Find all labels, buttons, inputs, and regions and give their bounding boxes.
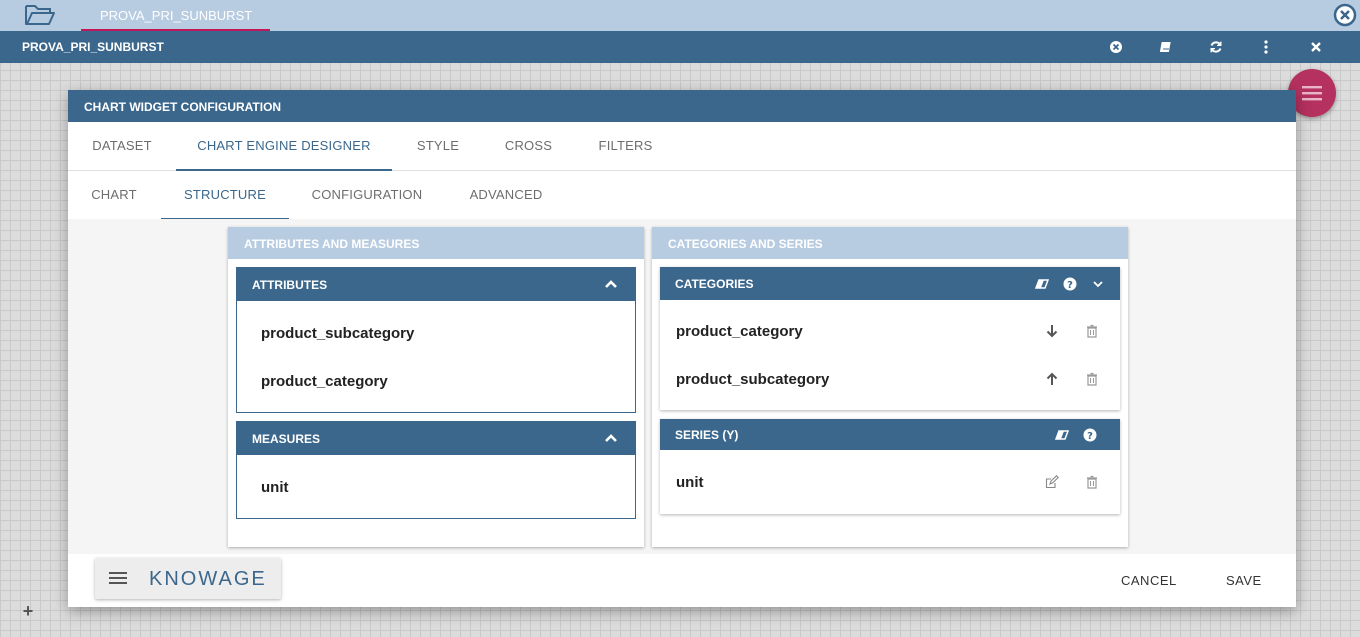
list-item[interactable]: unit — [660, 458, 1120, 506]
attribute-label: product_category — [261, 373, 388, 390]
tab-style[interactable]: STYLE — [400, 122, 476, 171]
attributes-title: ATTRIBUTES — [252, 278, 328, 292]
subtab-structure[interactable]: STRUCTURE — [161, 171, 289, 220]
attributes-and-measures-panel: ATTRIBUTES AND MEASURES ATTRIBUTES produ… — [228, 227, 644, 547]
categories-header: CATEGORIES ? — [660, 267, 1120, 300]
series-title: SERIES (Y) — [675, 428, 739, 442]
arrow-up-icon[interactable] — [1044, 371, 1060, 387]
category-label: product_category — [676, 323, 803, 340]
close-icon[interactable] — [1306, 37, 1326, 57]
measures-card: MEASURES unit — [236, 421, 636, 519]
measure-label: unit — [261, 479, 289, 496]
eraser-icon[interactable] — [1054, 427, 1070, 443]
edit-icon[interactable] — [1044, 474, 1060, 490]
tab-dataset[interactable]: DATASET — [76, 122, 168, 171]
list-item[interactable]: unit — [237, 463, 635, 511]
subtab-configuration[interactable]: CONFIGURATION — [297, 171, 437, 220]
subtab-chart[interactable]: CHART — [68, 171, 160, 220]
close-all-icon[interactable] — [1333, 3, 1357, 27]
arrow-down-icon[interactable] — [1044, 323, 1060, 339]
help-icon[interactable]: ? — [1082, 427, 1098, 443]
document-tab-strip: PROVA_PRI_SUNBURST — [0, 0, 1360, 31]
document-header: PROVA_PRI_SUNBURST — [0, 31, 1360, 63]
document-tab[interactable]: PROVA_PRI_SUNBURST — [81, 0, 270, 31]
cancel-button[interactable]: CANCEL — [1121, 573, 1177, 588]
measures-header[interactable]: MEASURES — [237, 422, 635, 455]
chevron-down-icon[interactable] — [1090, 276, 1106, 292]
series-card: SERIES (Y) ? unit — [660, 419, 1120, 514]
dialog-title: CHART WIDGET CONFIGURATION — [68, 90, 1296, 122]
chevron-up-icon[interactable] — [603, 430, 619, 446]
structure-content: ATTRIBUTES AND MEASURES ATTRIBUTES produ… — [68, 219, 1296, 554]
add-icon[interactable]: + — [10, 601, 46, 627]
save-button[interactable]: SAVE — [1226, 573, 1262, 588]
tab-filters[interactable]: FILTERS — [581, 122, 670, 171]
trash-icon[interactable] — [1084, 323, 1100, 339]
close-circle-icon[interactable] — [1106, 37, 1126, 57]
tab-cross[interactable]: CROSS — [484, 122, 573, 171]
categories-and-series-panel: CATEGORIES AND SERIES CATEGORIES ? produ… — [652, 227, 1128, 547]
trash-icon[interactable] — [1084, 474, 1100, 490]
attribute-label: product_subcategory — [261, 325, 415, 342]
measures-title: MEASURES — [252, 432, 321, 446]
knowage-menu-button[interactable]: KNOWAGE — [95, 558, 281, 599]
list-item[interactable]: product_category — [660, 307, 1120, 355]
list-item[interactable]: product_subcategory — [660, 355, 1120, 403]
series-header: SERIES (Y) ? — [660, 419, 1120, 450]
series-label: unit — [676, 474, 704, 491]
document-title: PROVA_PRI_SUNBURST — [22, 40, 164, 54]
chevron-up-icon[interactable] — [603, 276, 619, 292]
book-icon[interactable] — [1156, 37, 1176, 57]
help-icon[interactable]: ? — [1062, 276, 1078, 292]
subtab-advanced[interactable]: ADVANCED — [456, 171, 556, 220]
trash-icon[interactable] — [1084, 371, 1100, 387]
svg-text:?: ? — [1087, 431, 1093, 442]
folder-open-icon[interactable] — [24, 3, 56, 27]
refresh-icon[interactable] — [1206, 37, 1226, 57]
eraser-icon[interactable] — [1034, 276, 1050, 292]
panel-title: CATEGORIES AND SERIES — [652, 227, 1128, 259]
svg-text:?: ? — [1067, 280, 1073, 291]
sub-tabs: CHART STRUCTURE CONFIGURATION ADVANCED — [68, 171, 1296, 220]
main-tabs: DATASET CHART ENGINE DESIGNER STYLE CROS… — [68, 122, 1296, 171]
chart-widget-configuration-dialog: CHART WIDGET CONFIGURATION DATASET CHART… — [68, 90, 1296, 607]
category-label: product_subcategory — [676, 371, 830, 388]
attributes-card: ATTRIBUTES product_subcategory product_c… — [236, 267, 636, 413]
categories-title: CATEGORIES — [675, 277, 754, 291]
tab-chart-engine-designer[interactable]: CHART ENGINE DESIGNER — [176, 122, 392, 171]
more-vert-icon[interactable] — [1256, 37, 1276, 57]
attributes-header[interactable]: ATTRIBUTES — [237, 268, 635, 301]
menu-icon — [1302, 86, 1322, 101]
knowage-logo: KNOWAGE — [149, 568, 267, 590]
hamburger-icon — [109, 571, 127, 585]
document-tab-label: PROVA_PRI_SUNBURST — [100, 8, 253, 23]
list-item[interactable]: product_subcategory — [237, 309, 635, 357]
dialog-footer: KNOWAGE CANCEL SAVE — [68, 554, 1296, 607]
panel-title: ATTRIBUTES AND MEASURES — [228, 227, 644, 259]
list-item[interactable]: product_category — [237, 357, 635, 405]
categories-card: CATEGORIES ? product_category product_su… — [660, 267, 1120, 410]
